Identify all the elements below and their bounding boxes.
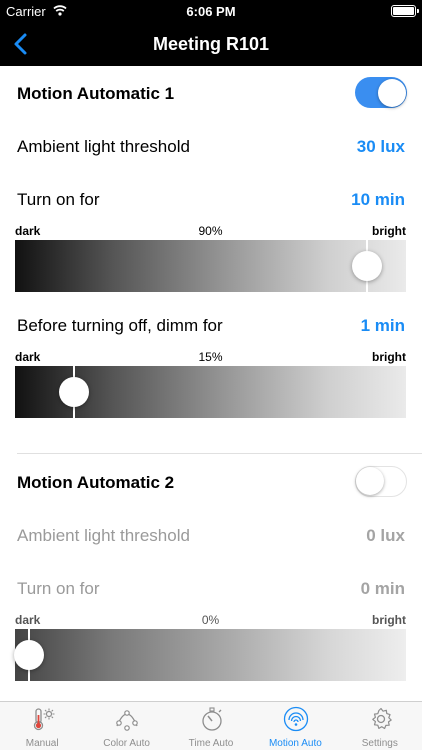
slider-bright-label: bright	[372, 350, 406, 364]
battery-icon	[391, 5, 419, 17]
dimm-value[interactable]: 1 min	[361, 316, 405, 336]
tab-label: Manual	[25, 738, 59, 749]
section-title-auto2: Motion Automatic 2	[17, 473, 175, 492]
tab-color-auto[interactable]: Color Auto	[84, 702, 168, 750]
slider-bright-label: bright	[372, 224, 406, 238]
ambient-threshold-value[interactable]: 30 lux	[357, 137, 405, 157]
turn-on-value[interactable]: 10 min	[351, 190, 405, 210]
slider-bright-label: bright	[372, 613, 406, 627]
stopwatch-icon	[202, 707, 222, 731]
status-bar: Carrier 6:06 PM	[0, 0, 422, 22]
section-title-auto1: Motion Automatic 1	[17, 84, 175, 103]
toggle-knob	[356, 467, 384, 495]
slider-percent-label: 90%	[198, 224, 223, 238]
slider-percent-label: 15%	[198, 350, 223, 364]
color-curve-icon	[116, 710, 139, 731]
auto2-toggle[interactable]	[355, 466, 407, 497]
status-time: 6:06 PM	[186, 4, 236, 19]
auto1-toggle[interactable]	[355, 77, 407, 108]
toggle-knob	[377, 78, 406, 107]
ambient-threshold-label: Ambient light threshold	[17, 526, 190, 545]
nav-bar: Meeting R101	[0, 22, 422, 66]
tab-label: Color Auto	[103, 738, 150, 749]
slider-thumb[interactable]	[58, 377, 89, 407]
tab-label: Time Auto	[188, 738, 234, 749]
turn-on-label: Turn on for	[17, 579, 100, 598]
section-divider	[17, 453, 422, 454]
slider1-labels: dark 90% bright	[15, 224, 406, 238]
brightness-slider-turn-on-2[interactable]	[14, 629, 406, 681]
thermometer-sun-icon	[33, 708, 55, 731]
ambient-threshold-value[interactable]: 0 lux	[366, 526, 405, 546]
turn-on-value[interactable]: 0 min	[361, 579, 405, 599]
tab-label: Settings	[361, 738, 398, 749]
motion-sensor-icon	[284, 706, 309, 732]
dimm-label: Before turning off, dimm for	[17, 316, 223, 335]
slider3-labels: dark 0% bright	[15, 613, 406, 627]
page-title: Meeting R101	[152, 34, 270, 54]
turn-on-label: Turn on for	[17, 190, 100, 209]
brightness-slider-dimm[interactable]	[15, 366, 406, 418]
tab-label: Motion Auto	[268, 738, 322, 749]
top-bar: Carrier 6:06 PM Meeting R101	[0, 0, 422, 66]
tab-bar: Manual Color Auto Time Auto Motion Auto	[0, 701, 422, 750]
tab-manual[interactable]: Manual	[0, 702, 84, 750]
slider-thumb[interactable]	[14, 640, 44, 670]
slider2-labels: dark 15% bright	[15, 350, 406, 364]
gear-icon	[371, 707, 392, 730]
tab-motion-auto[interactable]: Motion Auto	[253, 702, 337, 750]
ambient-threshold-label: Ambient light threshold	[17, 137, 190, 156]
brightness-slider-turn-on[interactable]	[15, 240, 406, 292]
slider-percent-label: 0%	[201, 613, 220, 627]
tab-time-auto[interactable]: Time Auto	[169, 702, 253, 750]
tab-settings[interactable]: Settings	[338, 702, 422, 750]
slider-thumb[interactable]	[351, 251, 382, 281]
